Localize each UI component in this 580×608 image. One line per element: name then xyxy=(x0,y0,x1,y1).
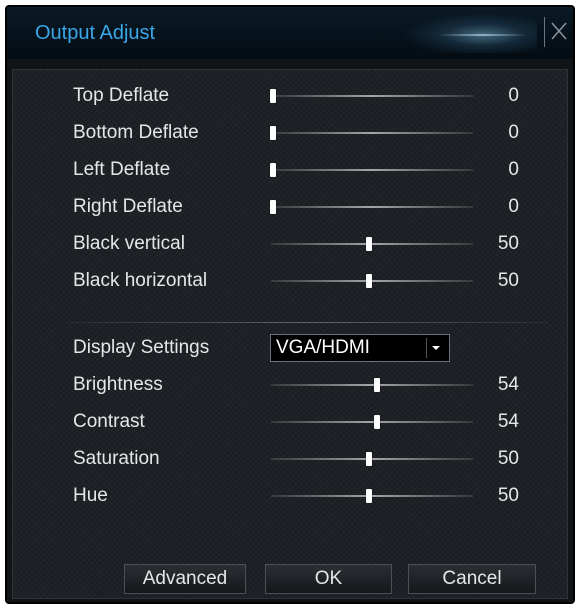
black-horizontal-slider-thumb[interactable] xyxy=(366,274,372,288)
saturation-slider-thumb[interactable] xyxy=(366,452,372,466)
saturation-value: 50 xyxy=(497,448,519,469)
brightness-slider[interactable] xyxy=(271,384,473,386)
top-deflate-slider-thumb[interactable] xyxy=(270,89,276,103)
contrast-slider-thumb[interactable] xyxy=(374,415,380,429)
display-settings-label: Display Settings xyxy=(73,337,210,358)
black-vertical-slider-thumb[interactable] xyxy=(366,237,372,251)
left-deflate-slider[interactable] xyxy=(271,169,473,171)
black-horizontal-label: Black horizontal xyxy=(73,270,208,291)
dialog-title: Output Adjust xyxy=(35,22,156,44)
display-settings-selected-value: VGA/HDMI xyxy=(276,337,370,358)
right-deflate-label: Right Deflate xyxy=(73,196,183,217)
close-separator xyxy=(544,17,545,47)
right-deflate-slider-thumb[interactable] xyxy=(270,200,276,214)
hue-label: Hue xyxy=(73,485,108,506)
brightness-label: Brightness xyxy=(73,374,163,395)
left-deflate-label: Left Deflate xyxy=(73,159,171,180)
saturation-slider[interactable] xyxy=(271,458,473,460)
bottom-deflate-slider[interactable] xyxy=(271,132,473,134)
hue-value: 50 xyxy=(497,485,519,506)
left-deflate-value: 0 xyxy=(508,159,519,180)
hue-slider[interactable] xyxy=(271,495,473,497)
right-deflate-slider[interactable] xyxy=(271,206,473,208)
bottom-deflate-label: Bottom Deflate xyxy=(73,122,199,143)
section-divider xyxy=(68,322,548,323)
brightness-slider-thumb[interactable] xyxy=(374,378,380,392)
title-bar: Output Adjust xyxy=(7,7,573,59)
hue-slider-thumb[interactable] xyxy=(366,489,372,503)
settings-panel: Top Deflate 0 Bottom Deflate 0 Left Defl… xyxy=(12,69,568,599)
contrast-value: 54 xyxy=(497,411,519,432)
bottom-deflate-slider-thumb[interactable] xyxy=(270,126,276,140)
top-deflate-slider[interactable] xyxy=(271,95,473,97)
black-vertical-value: 50 xyxy=(497,233,519,254)
black-vertical-slider[interactable] xyxy=(271,243,473,245)
display-settings-select[interactable]: VGA/HDMI xyxy=(270,334,450,362)
bottom-deflate-value: 0 xyxy=(508,122,519,143)
chevron-down-icon[interactable] xyxy=(426,338,445,358)
contrast-label: Contrast xyxy=(73,411,145,432)
title-bar-streak xyxy=(437,34,527,36)
ok-button[interactable]: OK xyxy=(265,564,392,594)
top-deflate-value: 0 xyxy=(508,85,519,106)
black-horizontal-value: 50 xyxy=(497,270,519,291)
brightness-value: 54 xyxy=(497,374,519,395)
advanced-button[interactable]: Advanced xyxy=(124,564,246,594)
contrast-slider[interactable] xyxy=(271,421,473,423)
saturation-label: Saturation xyxy=(73,448,160,469)
title-bar-glow xyxy=(402,13,537,53)
right-deflate-value: 0 xyxy=(508,196,519,217)
left-deflate-slider-thumb[interactable] xyxy=(270,163,276,177)
black-vertical-label: Black vertical xyxy=(73,233,185,254)
close-icon[interactable] xyxy=(549,19,569,43)
cancel-button[interactable]: Cancel xyxy=(408,564,536,594)
black-horizontal-slider[interactable] xyxy=(271,280,473,282)
output-adjust-dialog: Output Adjust Top Deflate 0 Bottom Defla… xyxy=(5,5,575,604)
top-deflate-label: Top Deflate xyxy=(73,85,170,106)
